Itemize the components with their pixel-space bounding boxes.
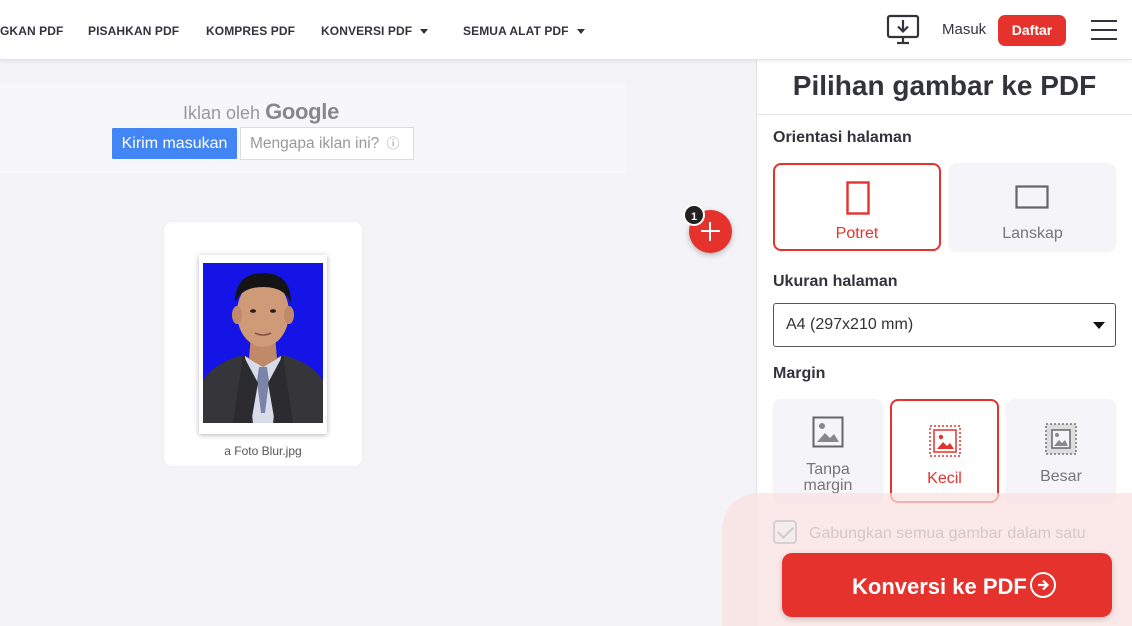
page-size-value: A4 (297x210 mm) xyxy=(786,316,914,333)
image-no-margin-icon xyxy=(812,416,844,448)
orientation-landscape-option[interactable]: Lanskap xyxy=(949,163,1116,251)
image-big-margin-icon xyxy=(1045,423,1077,455)
orientation-landscape-label: Lanskap xyxy=(1002,225,1063,242)
portrait-page-icon xyxy=(846,181,870,215)
margin-none-label-line1: Tanpa xyxy=(806,461,850,478)
hamburger-menu-icon[interactable] xyxy=(1091,20,1117,40)
nav-item-split-pdf[interactable]: PISAHKAN PDF xyxy=(88,24,179,38)
merge-images-label: Gabungkan semua gambar dalam satu xyxy=(809,525,1086,542)
file-name-label: a Foto Blur.jpg xyxy=(224,444,302,458)
margin-big-label: Besar xyxy=(1040,468,1082,485)
convert-to-pdf-label: Konversi ke PDF xyxy=(852,574,1027,599)
ad-attribution: Iklan oleh Google xyxy=(183,99,339,125)
chevron-down-icon xyxy=(420,29,429,35)
nav-item-convert-pdf[interactable]: KONVERSI PDF xyxy=(321,24,429,38)
nav-item-convert-pdf-label: KONVERSI PDF xyxy=(321,24,413,38)
caret-down-icon xyxy=(1093,322,1105,329)
margin-small-label: Kecil xyxy=(927,470,962,487)
merge-images-checkbox[interactable] xyxy=(773,520,797,544)
panel-title: Pilihan gambar ke PDF xyxy=(792,70,1097,101)
file-count-badge: 1 xyxy=(683,204,705,226)
margin-none-label-line2: margin xyxy=(803,477,853,494)
panel-divider xyxy=(757,114,1132,115)
nav-item-all-tools[interactable]: SEMUA ALAT PDF xyxy=(463,24,585,38)
info-icon: ⓘ xyxy=(386,136,400,151)
photo-thumbnail xyxy=(203,263,323,423)
landscape-page-icon xyxy=(1015,185,1049,209)
margin-label: Margin xyxy=(773,365,826,382)
send-feedback-button[interactable]: Kirim masukan xyxy=(112,128,237,159)
nav-item-all-tools-label: SEMUA ALAT PDF xyxy=(463,24,569,38)
google-logo: Google xyxy=(265,99,340,124)
margin-none-option[interactable]: Tanpa margin xyxy=(773,399,883,503)
top-navbar: GKAN PDF PISAHKAN PDF KOMPRES PDF KONVER… xyxy=(0,0,1132,60)
ad-attribution-prefix: Iklan oleh xyxy=(183,103,261,123)
nav-item-merge-pdf[interactable]: GKAN PDF xyxy=(0,24,63,38)
margin-small-option[interactable]: Kecil xyxy=(890,399,999,503)
why-this-ad-label: Mengapa iklan ini? xyxy=(250,135,380,152)
signup-button[interactable]: Daftar xyxy=(998,15,1066,46)
page-size-select[interactable]: A4 (297x210 mm) xyxy=(773,303,1116,347)
orientation-portrait-option[interactable]: Potret xyxy=(773,163,941,251)
convert-to-pdf-button[interactable]: Konversi ke PDF xyxy=(782,553,1112,617)
orientation-portrait-label: Potret xyxy=(835,225,879,242)
chevron-down-icon xyxy=(576,29,585,35)
person-portrait-image xyxy=(203,273,323,423)
desktop-download-icon[interactable] xyxy=(886,14,920,46)
margin-big-option[interactable]: Besar xyxy=(1006,399,1116,503)
why-this-ad-button[interactable]: Mengapa iklan ini? ⓘ xyxy=(240,127,414,160)
arrow-right-circle-icon xyxy=(1030,572,1056,598)
orientation-label: Orientasi halaman xyxy=(773,129,912,146)
login-link[interactable]: Masuk xyxy=(942,21,986,38)
nav-item-compress-pdf[interactable]: KOMPRES PDF xyxy=(206,24,295,38)
image-small-margin-icon xyxy=(929,425,961,457)
page-size-label: Ukuran halaman xyxy=(773,273,898,290)
